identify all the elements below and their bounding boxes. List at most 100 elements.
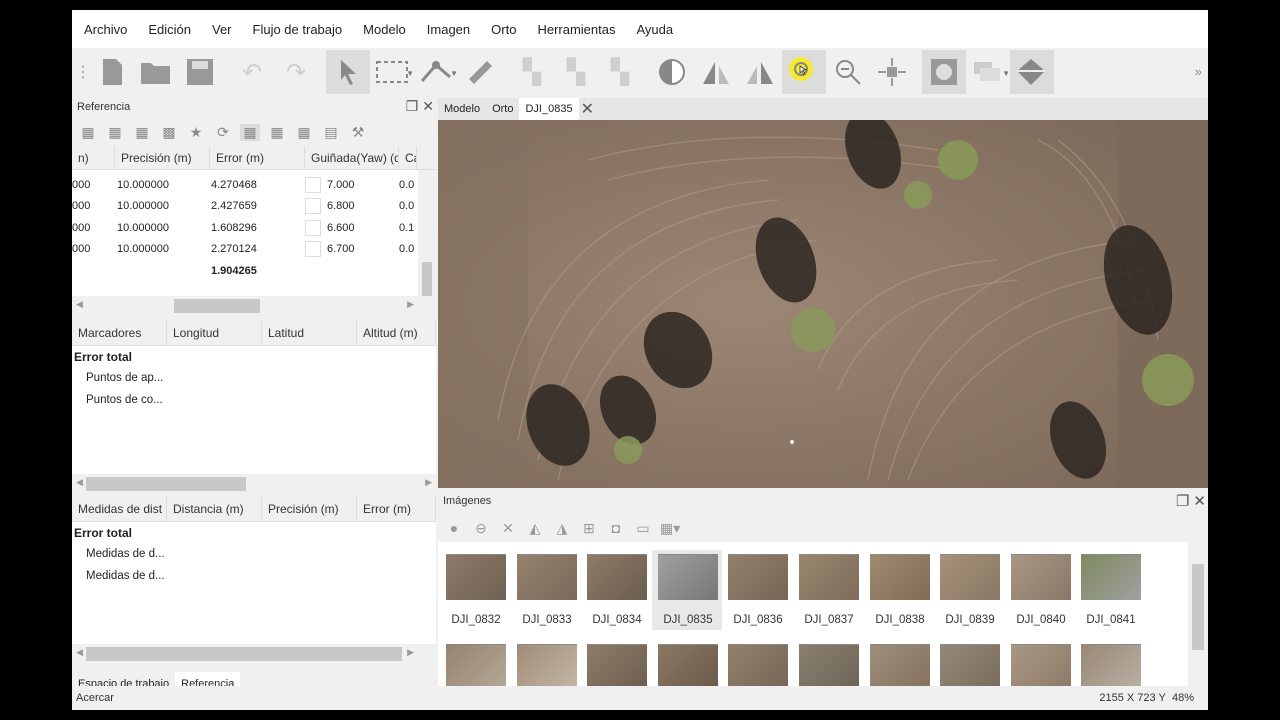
undo-icon[interactable]: ↶ xyxy=(230,50,274,94)
fit-icon[interactable] xyxy=(870,50,914,94)
settings-icon[interactable]: ⚒ xyxy=(348,124,368,141)
thumbnail[interactable]: DJI_0833 xyxy=(515,554,579,626)
menu-ayuda[interactable]: Ayuda xyxy=(636,22,673,37)
save-icon[interactable] xyxy=(178,50,222,94)
vertical-scrollbar[interactable] xyxy=(1188,542,1208,686)
restore-icon[interactable]: ❐ xyxy=(406,98,419,115)
restore-icon[interactable]: ❐ xyxy=(1176,492,1189,510)
contrast-icon[interactable] xyxy=(650,50,694,94)
column-header[interactable]: Medidas de dist xyxy=(72,496,167,521)
ruler-icon[interactable]: ▼ xyxy=(414,50,458,94)
column-header[interactable]: Precisión (m) xyxy=(115,146,210,169)
menu-modelo[interactable]: Modelo xyxy=(363,22,406,37)
column-header[interactable]: Marcadores xyxy=(72,320,167,345)
thumbnail[interactable] xyxy=(797,644,861,686)
row-checkbox[interactable] xyxy=(305,241,321,258)
thumbnail[interactable] xyxy=(868,644,932,686)
tab-dji-0835[interactable]: DJI_0835 xyxy=(519,98,579,120)
clear-icon[interactable]: ▦ xyxy=(132,124,152,141)
star-icon[interactable]: ★ xyxy=(186,124,206,141)
remove-icon[interactable]: ✕ xyxy=(498,520,518,537)
horizontal-scrollbar[interactable]: ◀ ▶ xyxy=(72,296,418,316)
view-mode-icon[interactable]: ▦▾ xyxy=(660,520,680,537)
mask-icon[interactable]: ◘ xyxy=(606,520,626,536)
column-header[interactable]: Guiñada(Yaw) (de xyxy=(305,146,399,169)
refresh-icon[interactable]: ⟳ xyxy=(213,124,233,141)
thumbnail[interactable] xyxy=(726,644,790,686)
aerial-photo-view[interactable] xyxy=(438,120,1208,488)
menu-herramientas[interactable]: Herramientas xyxy=(537,22,615,37)
table-row[interactable]: 000 10.000000 2.427659 6.800 0.0 xyxy=(72,196,436,218)
thumbnail-selected[interactable]: DJI_0835 xyxy=(652,550,722,630)
thumbnail[interactable] xyxy=(585,644,649,686)
thumbnail[interactable] xyxy=(1079,644,1143,686)
row-checkbox[interactable] xyxy=(305,219,321,236)
close-tab-icon[interactable]: ✕ xyxy=(579,98,596,120)
thumbnail[interactable] xyxy=(656,644,720,686)
zoom-out-icon[interactable] xyxy=(826,50,870,94)
column-header[interactable]: Ca xyxy=(399,146,417,169)
convert-icon[interactable]: ▤ xyxy=(321,124,341,141)
thumbnail[interactable]: DJI_0838 xyxy=(868,554,932,626)
redo-icon[interactable]: ↷ xyxy=(274,50,318,94)
thumbnail[interactable] xyxy=(938,644,1002,686)
vertical-scrollbar[interactable] xyxy=(418,170,436,296)
tree-item[interactable]: Medidas de d... xyxy=(72,544,436,566)
horizontal-scrollbar[interactable]: ◀ ▶ xyxy=(72,644,418,664)
tree-item[interactable]: Puntos de co... xyxy=(72,389,436,411)
horizontal-scrollbar[interactable]: ◀ ▶ xyxy=(72,474,436,494)
column-header[interactable]: Latitud xyxy=(262,320,357,345)
close-icon[interactable]: ✕ xyxy=(422,98,434,115)
thumbnail[interactable]: DJI_0841 xyxy=(1079,554,1143,626)
view-errors-icon[interactable]: ▦ xyxy=(294,124,314,141)
tree-group[interactable]: Error total xyxy=(72,522,436,544)
column-header[interactable]: Longitud xyxy=(167,320,262,345)
menu-ver[interactable]: Ver xyxy=(212,22,232,37)
tree-group[interactable]: Error total xyxy=(72,346,436,368)
new-document-icon[interactable] xyxy=(90,50,134,94)
thumbnail[interactable]: DJI_0834 xyxy=(585,554,649,626)
column-header[interactable]: Distancia (m) xyxy=(167,496,262,521)
rotate-left-icon[interactable] xyxy=(694,50,738,94)
column-header[interactable]: Error (m) xyxy=(210,146,305,169)
tab-modelo[interactable]: Modelo xyxy=(438,98,486,120)
pointer-icon[interactable] xyxy=(326,50,370,94)
rotate-right-icon[interactable] xyxy=(738,50,782,94)
tab-orto[interactable]: Orto xyxy=(486,98,519,120)
thumbnail[interactable]: DJI_0832 xyxy=(444,554,508,626)
pair-3-icon[interactable]: ▚ xyxy=(598,50,642,94)
table-row[interactable]: 000 10.000000 1.608296 6.600 0.1 xyxy=(72,217,436,239)
thumbnail[interactable]: DJI_0837 xyxy=(797,554,861,626)
table-row[interactable]: 000 10.000000 4.270468 7.000 0.0 xyxy=(72,174,436,196)
binoculars-icon[interactable]: ⊞ xyxy=(579,520,599,537)
menu-archivo[interactable]: Archivo xyxy=(84,22,127,37)
thumbnail[interactable] xyxy=(444,644,508,686)
column-header[interactable]: Error (m) xyxy=(357,496,436,521)
thumbnail[interactable]: DJI_0839 xyxy=(938,554,1002,626)
row-checkbox[interactable] xyxy=(305,176,321,193)
tree-item[interactable]: Medidas de d... xyxy=(72,565,436,587)
rectangle-select-icon[interactable]: ▼ xyxy=(370,50,414,94)
disable-camera-icon[interactable]: ⊖ xyxy=(471,520,491,537)
tree-item[interactable]: Puntos de ap... xyxy=(72,368,436,390)
calculator-icon[interactable]: ▩ xyxy=(159,124,179,141)
menu-edicion[interactable]: Edición xyxy=(148,22,191,37)
pair-1-icon[interactable]: ▚ xyxy=(510,50,554,94)
pair-2-icon[interactable]: ▚ xyxy=(554,50,598,94)
thumbnail[interactable]: DJI_0836 xyxy=(726,554,790,626)
enable-camera-icon[interactable]: ● xyxy=(444,520,464,536)
column-header[interactable]: Precisión (m) xyxy=(262,496,357,521)
row-checkbox[interactable] xyxy=(305,198,321,215)
menu-flujo-de-trabajo[interactable]: Flujo de trabajo xyxy=(253,22,343,37)
export-icon[interactable]: ▦ xyxy=(105,124,125,141)
patch-icon[interactable] xyxy=(1010,50,1054,94)
thumbnail[interactable] xyxy=(515,644,579,686)
import-icon[interactable]: ▦ xyxy=(78,124,98,141)
menu-orto[interactable]: Orto xyxy=(491,22,516,37)
rotate-right-icon[interactable]: ◮ xyxy=(552,520,572,537)
open-folder-icon[interactable] xyxy=(134,50,178,94)
overlay-icon[interactable]: ▼ xyxy=(966,50,1010,94)
toolbar-overflow-icon[interactable]: » xyxy=(1195,64,1202,79)
rotate-left-icon[interactable]: ◭ xyxy=(525,520,545,537)
view-estimated-icon[interactable]: ▦ xyxy=(267,124,287,141)
